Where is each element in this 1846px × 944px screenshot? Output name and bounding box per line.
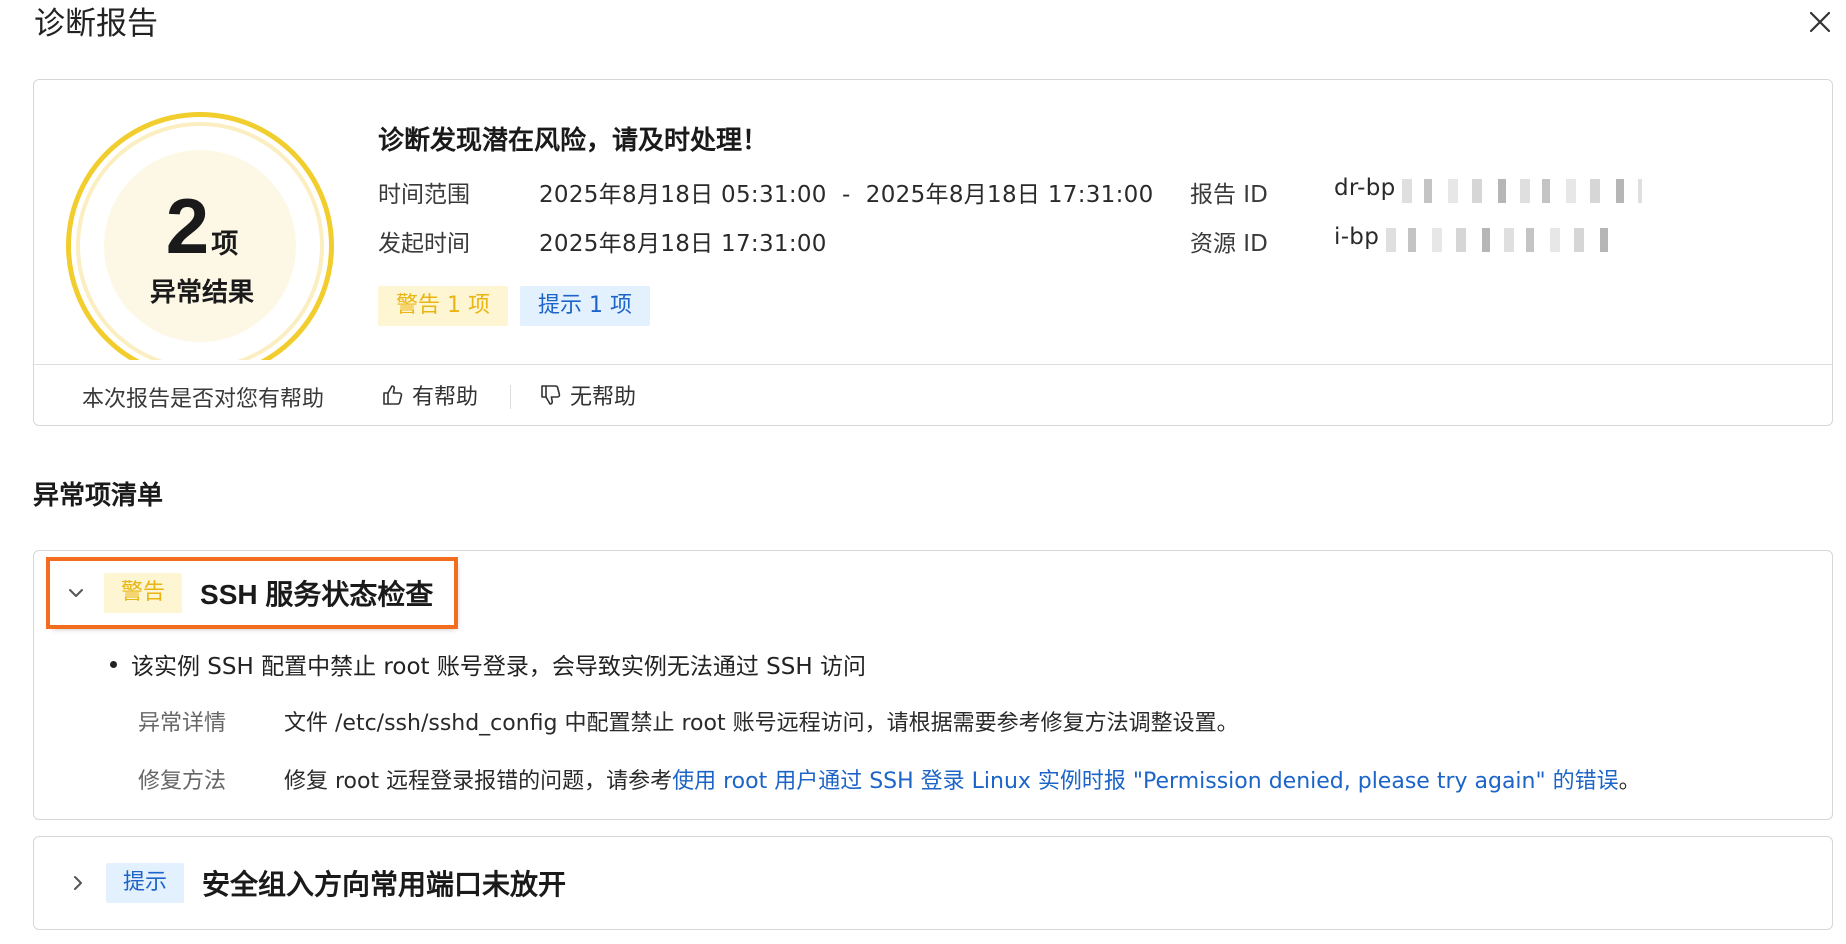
chevron-right-icon[interactable]: [66, 871, 90, 895]
detail-label: 异常详情: [138, 711, 227, 736]
thumbs-up-icon: [383, 385, 403, 405]
abnormal-count: 2: [165, 182, 210, 270]
issue-item: 提示 安全组入方向常用端口未放开: [33, 836, 1833, 930]
report-id-value: dr-bp: [1334, 175, 1396, 201]
warning-count-tag: 警告 1 项: [378, 286, 508, 326]
issue-item: 警告 SSH 服务状态检查 该实例 SSH 配置中禁止 root 账号登录，会导…: [33, 550, 1833, 820]
feedback-bar: 本次报告是否对您有帮助 有帮助 无帮助: [34, 364, 1832, 425]
time-range-value: 2025年8月18日 05:31:00 - 2025年8月18日 17:31:0…: [539, 182, 1154, 208]
helpful-button[interactable]: 有帮助: [380, 379, 478, 411]
report-id-redacted: [1402, 179, 1642, 203]
issue-severity-tag: 提示: [106, 863, 185, 903]
fix-label: 修复方法: [138, 769, 227, 794]
fix-value: 修复 root 远程登录报错的问题，请参考使用 root 用户通过 SSH 登录…: [284, 763, 1641, 795]
feedback-question: 本次报告是否对您有帮助: [82, 387, 325, 412]
tip-count-tag: 提示 1 项: [520, 286, 650, 326]
gauge-count: 2项: [64, 186, 340, 266]
helpful-label: 有帮助: [412, 385, 479, 410]
fix-prefix: 修复 root 远程登录报错的问题，请参考: [284, 769, 673, 794]
count-unit: 项: [211, 229, 239, 259]
start-time-label: 发起时间: [378, 231, 470, 257]
abnormal-list-title: 异常项清单: [33, 481, 164, 511]
issue-summary-text: 该实例 SSH 配置中禁止 root 账号登录，会导致实例无法通过 SSH 访问: [131, 654, 866, 680]
resource-id-value: i-bp: [1334, 224, 1380, 250]
resource-id-label: 资源 ID: [1190, 231, 1268, 257]
issue-title: 安全组入方向常用端口未放开: [202, 869, 567, 900]
time-range-label: 时间范围: [378, 182, 470, 208]
summary-card: 2项 异常结果 诊断发现潜在风险，请及时处理！ 时间范围 2025年8月18日 …: [33, 79, 1833, 426]
issue-severity-tag: 警告: [104, 573, 183, 613]
issue-header[interactable]: 警告 SSH 服务状态检查: [46, 557, 458, 629]
detail-value: 文件 /etc/ssh/sshd_config 中配置禁止 root 账号远程访…: [284, 711, 1239, 736]
report-id-label: 报告 ID: [1190, 182, 1268, 208]
issue-header[interactable]: 提示 安全组入方向常用端口未放开: [66, 851, 566, 915]
resource-id-redacted: [1386, 228, 1622, 252]
not-helpful-label: 无帮助: [570, 385, 637, 410]
close-icon[interactable]: [1804, 6, 1836, 38]
dialog-title: 诊断报告: [34, 6, 158, 42]
start-time-value: 2025年8月18日 17:31:00: [539, 231, 827, 257]
count-label: 异常结果: [149, 278, 254, 308]
bullet-dot: [110, 660, 117, 668]
issue-title: SSH 服务状态检查: [200, 579, 434, 610]
chevron-down-icon[interactable]: [64, 581, 88, 605]
fix-doc-link[interactable]: 使用 root 用户通过 SSH 登录 Linux 实例时报 "Permissi…: [672, 769, 1619, 794]
summary-heading: 诊断发现潜在风险，请及时处理！: [378, 126, 769, 156]
thumbs-down-icon: [541, 385, 561, 405]
feedback-divider: [510, 385, 511, 409]
issue-summary: 该实例 SSH 配置中禁止 root 账号登录，会导致实例无法通过 SSH 访问: [110, 647, 866, 681]
not-helpful-button[interactable]: 无帮助: [538, 379, 636, 411]
fix-suffix: 。: [1618, 769, 1641, 794]
